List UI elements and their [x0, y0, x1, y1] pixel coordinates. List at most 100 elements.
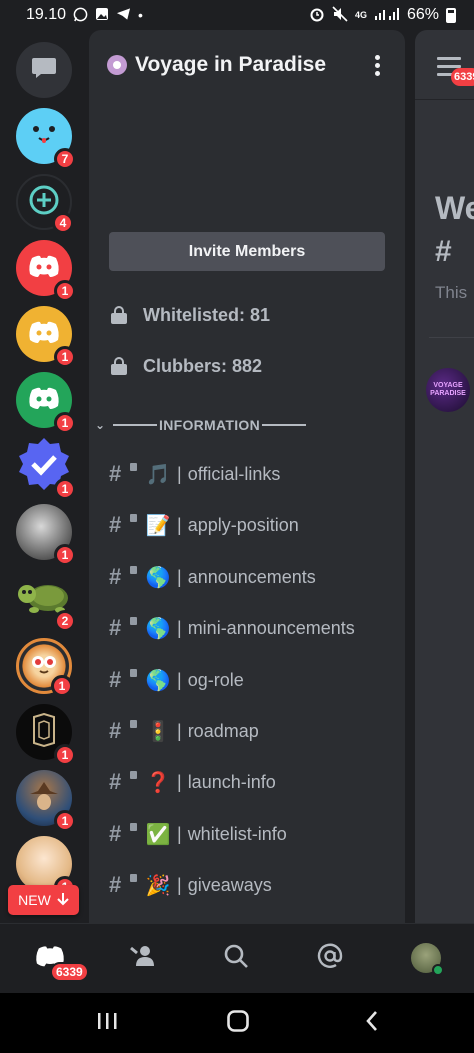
- monkey-face-icon: [29, 653, 59, 680]
- unread-badge: 4: [52, 212, 74, 234]
- lock-icon: [111, 306, 127, 324]
- server-name: Voyage in Paradise: [135, 53, 327, 76]
- channel-emoji: 🎉: [145, 874, 171, 897]
- channel-emoji: 🚦: [145, 720, 171, 743]
- search-tab[interactable]: [216, 938, 256, 978]
- avatar-text: VOYAGE PARADISE: [430, 382, 466, 397]
- server-icon-discord-yellow[interactable]: 1: [16, 306, 76, 368]
- telegram-icon: [116, 7, 131, 23]
- chevron-down-icon: ⌄: [95, 418, 106, 432]
- server-icon-monkey[interactable]: 1: [16, 638, 73, 697]
- category-information[interactable]: ⌄ INFORMATION: [95, 414, 308, 436]
- server-icon-discord-red[interactable]: 1: [16, 240, 76, 302]
- channel-separator: |: [177, 617, 182, 638]
- unread-badge: 7: [54, 148, 76, 170]
- profile-avatar: [411, 943, 444, 976]
- smiley-face-icon: [27, 121, 61, 152]
- gallery-icon: [95, 7, 109, 23]
- online-status-icon: [432, 964, 444, 976]
- battery-percent: 66%: [406, 6, 439, 23]
- status-bar: 19.10 • 4G 66%: [0, 0, 474, 30]
- mentions-tab[interactable]: [310, 938, 350, 978]
- discord-mobile-screen: 19.10 • 4G 66% 7 4 1 1 1 1 1 2 1 1 1 NEW…: [0, 0, 474, 1053]
- stat-channel-whitelisted[interactable]: Whitelisted: 81: [111, 300, 391, 330]
- channel-separator: |: [177, 669, 182, 690]
- server-icon-discord-green[interactable]: 1: [16, 372, 76, 434]
- whatsapp-icon: [73, 7, 88, 24]
- channel-apply-position[interactable]: # 📝 | apply-position: [109, 505, 399, 545]
- channel-launch-info[interactable]: # ❓ | launch-info: [109, 762, 399, 802]
- channel-name: apply-position: [187, 514, 299, 535]
- chat-bubble-icon: [31, 56, 57, 85]
- unread-badge: 1: [54, 412, 76, 434]
- chat-header: 6339: [415, 30, 474, 100]
- server-icon-anime[interactable]: 1: [16, 836, 76, 898]
- recent-apps-button[interactable]: [87, 1007, 127, 1039]
- welcome-subtitle: This: [435, 283, 468, 302]
- channel-emoji: 🌎: [145, 669, 171, 692]
- android-nav-bar: [0, 993, 474, 1053]
- channel-roadmap[interactable]: # 🚦 | roadmap: [109, 711, 399, 751]
- channel-official-links[interactable]: # 🎵 | official-links: [109, 454, 399, 494]
- channel-separator: |: [177, 566, 182, 587]
- stat-channel-clubbers[interactable]: Clubbers: 882: [111, 351, 391, 381]
- channel-name: announcements: [187, 566, 316, 587]
- welcome-heading: We: [435, 190, 474, 226]
- back-button[interactable]: [352, 1007, 392, 1039]
- channel-name: official-links: [187, 463, 281, 484]
- recent-apps-icon: [96, 1011, 118, 1036]
- channel-whitelist-info[interactable]: # ✅ | whitelist-info: [109, 814, 399, 854]
- server-icon-dark-logo[interactable]: 1: [16, 704, 76, 766]
- channel-announcements[interactable]: # 🌎 | announcements: [109, 557, 399, 597]
- new-unreads-pill[interactable]: NEW: [8, 885, 79, 915]
- locked-text-channel-icon: #: [109, 564, 137, 590]
- message-avatar[interactable]: VOYAGE PARADISE: [426, 368, 470, 412]
- bottom-tab-bar: 6339: [0, 923, 474, 993]
- server-icon-verified[interactable]: 1: [16, 437, 76, 500]
- chat-peek-panel[interactable]: 6339 We # This VOYAGE PARADISE: [415, 30, 474, 923]
- stat-label: Whitelisted: 81: [143, 304, 271, 325]
- server-icon-tiger[interactable]: 1: [16, 504, 76, 566]
- server-icon-wizard[interactable]: 1: [16, 770, 76, 832]
- locked-text-channel-icon: #: [109, 461, 137, 487]
- direct-messages-button[interactable]: [16, 42, 72, 98]
- channel-panel: Voyage in Paradise Invite Members Whitel…: [89, 30, 405, 923]
- friends-tab[interactable]: [122, 938, 162, 978]
- discord-logo-icon: [28, 254, 60, 283]
- channel-og-role[interactable]: # 🌎 | og-role: [109, 660, 399, 700]
- server-icon-turtle[interactable]: 2: [16, 570, 76, 632]
- channel-emoji: ❓: [145, 771, 171, 794]
- home-tab[interactable]: 6339: [30, 938, 89, 982]
- battery-icon: [446, 7, 456, 23]
- channel-separator: |: [177, 720, 182, 741]
- unread-badge: 1: [54, 346, 76, 368]
- guild-badge-icon: [107, 55, 127, 75]
- channel-emoji: 🎵: [145, 463, 171, 486]
- locked-text-channel-icon: #: [109, 512, 137, 538]
- server-icon-add-circle[interactable]: 4: [16, 174, 74, 234]
- locked-text-channel-icon: #: [109, 615, 137, 641]
- locked-text-channel-icon: #: [109, 872, 137, 898]
- channel-separator: |: [177, 771, 182, 792]
- channel-mini-announcements[interactable]: # 🌎 | mini-announcements: [109, 608, 399, 648]
- channel-separator: |: [177, 514, 182, 535]
- home-circle-icon: [226, 1009, 250, 1038]
- channel-giveaways[interactable]: # 🎉 | giveaways: [109, 865, 399, 905]
- channel-name: giveaways: [187, 874, 272, 895]
- server-rail[interactable]: 7 4 1 1 1 1 1 2 1 1 1 NEW: [0, 30, 89, 923]
- arrow-down-icon: [57, 892, 69, 909]
- channel-name: mini-announcements: [187, 617, 355, 638]
- unread-badge: 1: [51, 675, 73, 697]
- server-icon-blue-smiley[interactable]: 7: [16, 108, 76, 170]
- profile-tab[interactable]: [406, 938, 446, 978]
- invite-members-button[interactable]: Invite Members: [109, 232, 385, 271]
- channel-name: launch-info: [187, 771, 276, 792]
- more-options-icon[interactable]: [367, 54, 387, 76]
- back-chevron-icon: [364, 1009, 380, 1038]
- search-icon: [223, 943, 249, 974]
- channel-name: og-role: [187, 669, 244, 690]
- home-button[interactable]: [218, 1007, 258, 1039]
- server-header[interactable]: Voyage in Paradise: [89, 30, 405, 100]
- at-sign-icon: [317, 943, 343, 974]
- locked-text-channel-icon: #: [109, 769, 137, 795]
